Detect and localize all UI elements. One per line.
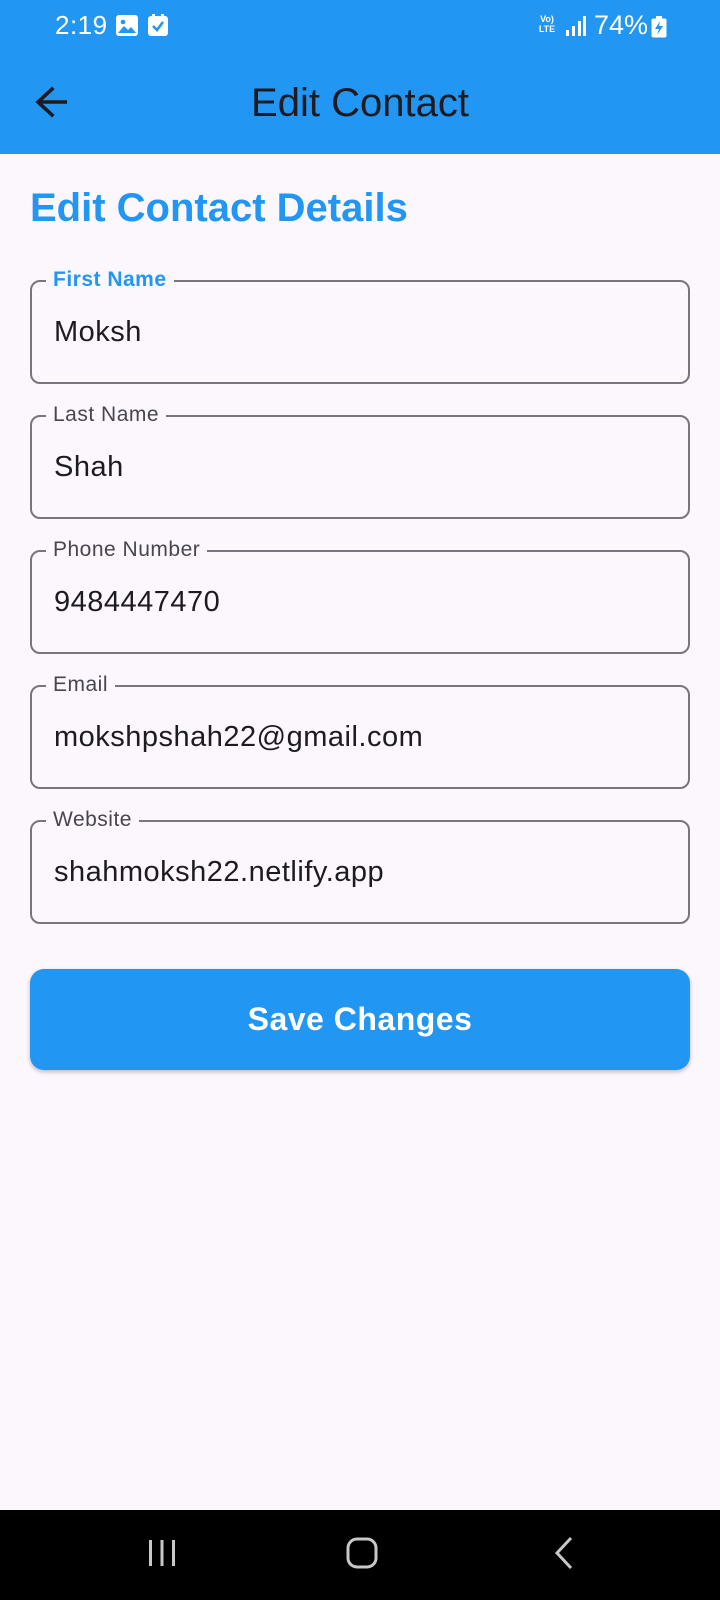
website-field[interactable]: Website shahmoksh22.netlify.app — [30, 806, 690, 924]
phone-number-field[interactable]: Phone Number 9484447470 — [30, 536, 690, 654]
website-label: Website — [46, 806, 139, 834]
battery-percent: 74% — [594, 10, 649, 40]
nav-back-icon — [552, 1536, 576, 1575]
status-time: 2:19 — [55, 10, 108, 40]
recents-icon — [147, 1538, 177, 1573]
phone-number-value[interactable]: 9484447470 — [54, 582, 220, 622]
nav-back-button[interactable] — [524, 1530, 604, 1580]
first-name-field[interactable]: First Name Moksh — [30, 266, 690, 384]
last-name-field[interactable]: Last Name Shah — [30, 401, 690, 519]
task-notification-icon — [148, 14, 168, 36]
home-button[interactable] — [322, 1530, 402, 1580]
first-name-value[interactable]: Moksh — [54, 312, 142, 352]
signal-icon — [566, 15, 586, 37]
home-icon — [346, 1537, 378, 1574]
form-heading: Edit Contact Details — [30, 186, 408, 230]
last-name-value[interactable]: Shah — [54, 447, 124, 487]
page-title: Edit Contact — [251, 81, 469, 125]
email-value[interactable]: mokshpshah22@gmail.com — [54, 717, 423, 757]
save-changes-button[interactable]: Save Changes — [30, 969, 690, 1070]
volte-lte-label: Vo) LTE — [538, 14, 556, 34]
email-field[interactable]: Email mokshpshah22@gmail.com — [30, 671, 690, 789]
recents-button[interactable] — [122, 1530, 202, 1580]
app-bar: Edit Contact — [0, 52, 720, 154]
website-value[interactable]: shahmoksh22.netlify.app — [54, 852, 384, 892]
battery-charging-icon — [651, 16, 667, 38]
gallery-notification-icon — [116, 15, 138, 36]
system-nav-bar — [0, 1510, 720, 1600]
phone-number-label: Phone Number — [46, 536, 208, 564]
save-changes-label: Save Changes — [247, 1001, 473, 1037]
first-name-label: First Name — [46, 266, 174, 294]
status-bar: 2:19 Vo) LTE 74% — [0, 0, 720, 52]
last-name-label: Last Name — [46, 401, 167, 429]
email-label: Email — [46, 671, 116, 699]
